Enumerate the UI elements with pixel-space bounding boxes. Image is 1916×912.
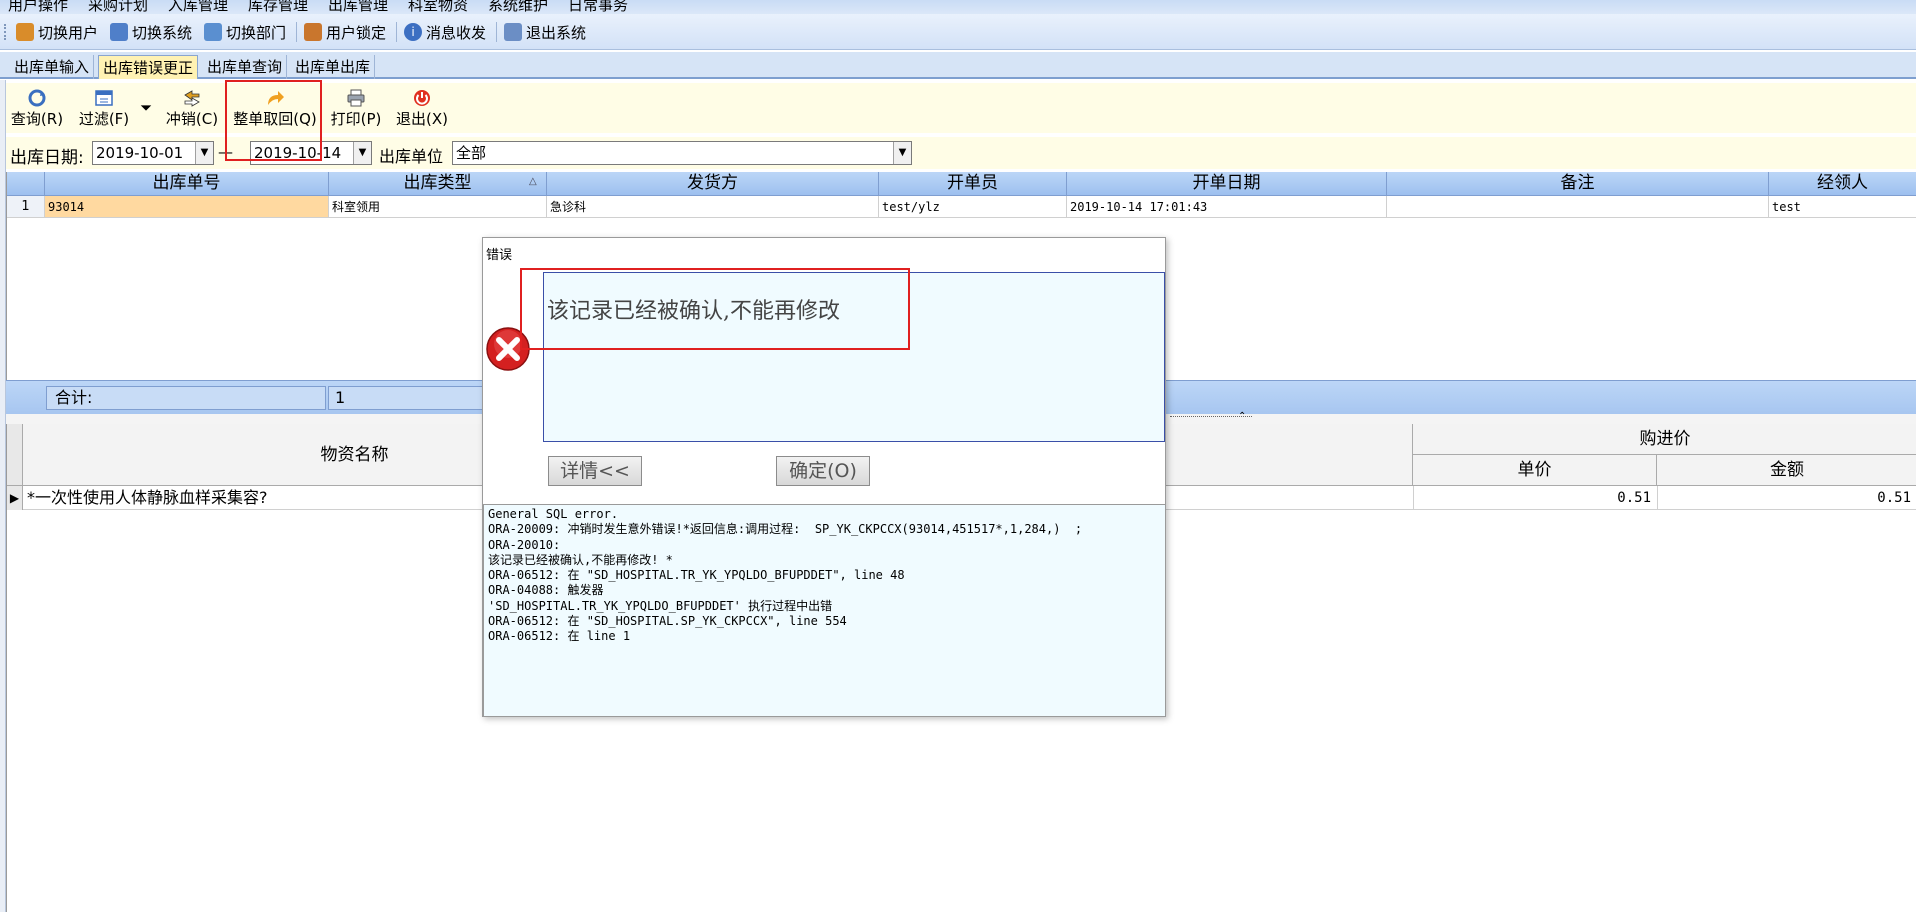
tab-outbound-input[interactable]: 出库单输入 (10, 55, 95, 79)
sort-ascending-icon: △ (529, 176, 537, 187)
reverse-icon (184, 90, 200, 107)
cell-clerk[interactable]: test/ylz (879, 196, 1067, 218)
ok-button[interactable]: 确定(O) (776, 456, 870, 486)
cell-unit-price[interactable]: 0.51 (1413, 486, 1657, 510)
grid-corner (7, 424, 23, 486)
user-lock-button[interactable]: 用户锁定 (304, 21, 386, 43)
column-header-unit-price[interactable]: 单价 (1413, 455, 1657, 486)
row-index: 1 (7, 196, 45, 218)
chevron-up-icon[interactable]: ⌃ (1238, 411, 1246, 422)
menu-user-ops[interactable]: 用户操作 (8, 0, 68, 14)
tab-outbound-query[interactable]: 出库单查询 (203, 55, 288, 79)
date-from-picker[interactable]: 2019-10-01 ▼ (92, 141, 214, 165)
column-header-date[interactable]: 开单日期 (1067, 172, 1387, 196)
toolbar-separator (496, 22, 497, 42)
exit-icon (504, 23, 522, 41)
highlight-error-message (520, 268, 910, 350)
switch-department-button[interactable]: 切换部门 (204, 21, 286, 43)
menu-daily[interactable]: 日常事务 (568, 0, 628, 14)
error-details-text: General SQL error. ORA-20009: 冲销时发生意外错误!… (483, 504, 1165, 716)
menu-inventory[interactable]: 库存管理 (248, 0, 308, 14)
info-icon: i (404, 23, 422, 41)
switch-user-button[interactable]: 切换用户 (16, 21, 98, 43)
reverse-button[interactable]: 冲销(C) (164, 83, 220, 133)
user-lock-icon (304, 23, 322, 41)
table-row[interactable]: 1 93014 科室领用 急诊科 test/ylz 2019-10-14 17:… (7, 196, 1916, 218)
window-edge (0, 80, 6, 912)
chevron-down-icon[interactable]: ▼ (195, 142, 213, 164)
menu-bar: 用户操作 采购计划 入库管理 库存管理 出库管理 科室物资 系统维护 日常事务 (0, 0, 1916, 14)
unit-label: 出库单位 (379, 147, 444, 166)
cell-amount[interactable]: 0.51 (1657, 486, 1916, 510)
tab-outbound-correction[interactable]: 出库错误更正 (98, 55, 199, 79)
print-button[interactable]: 打印(P) (328, 83, 384, 133)
column-header-type[interactable]: 出库类型 (329, 172, 547, 196)
highlight-recall-button (225, 80, 322, 161)
grid-corner (7, 172, 45, 196)
dialog-title: 错误 (486, 248, 513, 263)
toolbar-separator (296, 22, 297, 42)
cell-date[interactable]: 2019-10-14 17:01:43 (1067, 196, 1387, 218)
cell-no[interactable]: 93014 (45, 196, 329, 218)
tab-bar: 出库单输入 出库错误更正 出库单查询 出库单出库 (0, 52, 1916, 79)
calendar-icon (95, 90, 113, 106)
toolbar-grip (4, 24, 7, 40)
column-header-clerk[interactable]: 开单员 (879, 172, 1067, 196)
total-label: 合计: (46, 386, 326, 410)
cell-sender[interactable]: 急诊科 (547, 196, 879, 218)
row-pointer-icon: ▶ (7, 486, 23, 510)
cell-receiver[interactable]: test (1769, 196, 1916, 218)
switch-system-icon (110, 23, 128, 41)
dropdown-arrow-icon (140, 105, 152, 111)
chevron-down-icon[interactable]: ▼ (353, 142, 371, 164)
menu-inbound[interactable]: 入库管理 (168, 0, 228, 14)
refresh-icon (28, 89, 46, 107)
details-button[interactable]: 详情<< (548, 456, 642, 486)
switch-system-button[interactable]: 切换系统 (110, 21, 192, 43)
messages-button[interactable]: i 消息收发 (404, 21, 486, 43)
query-button[interactable]: 查询(R) (10, 83, 64, 133)
chevron-down-icon[interactable]: ▼ (893, 142, 911, 164)
date-label: 出库日期: (10, 148, 84, 168)
cell-type[interactable]: 科室领用 (329, 196, 547, 218)
exit-button[interactable]: 退出(X) (394, 83, 450, 133)
menu-outbound[interactable]: 出库管理 (328, 0, 388, 14)
filter-dropdown-button[interactable] (138, 83, 154, 133)
exit-system-button[interactable]: 退出系统 (504, 21, 586, 43)
users-icon (16, 23, 34, 41)
menu-dept-materials[interactable]: 科室物资 (408, 0, 468, 14)
printer-icon (347, 89, 365, 107)
cell-note[interactable] (1387, 196, 1769, 218)
unit-select[interactable]: 全部 ▼ (452, 141, 912, 165)
column-header-receiver[interactable]: 经领人 (1769, 172, 1916, 196)
tab-outbound-release[interactable]: 出库单出库 (291, 55, 376, 79)
column-group-purchase: 购进价 (1413, 424, 1916, 455)
column-header-note[interactable]: 备注 (1387, 172, 1769, 196)
column-header-no[interactable]: 出库单号 (45, 172, 329, 196)
menu-system[interactable]: 系统维护 (488, 0, 548, 14)
total-count: 1 (328, 386, 488, 410)
filter-button[interactable]: 过滤(F) (76, 83, 132, 133)
column-header-sender[interactable]: 发货方 (547, 172, 879, 196)
department-icon (204, 23, 222, 41)
column-header-amount[interactable]: 金额 (1657, 455, 1916, 486)
menu-purchase-plan[interactable]: 采购计划 (88, 0, 148, 14)
system-toolbar: 切换用户 切换系统 切换部门 用户锁定 i 消息收发 退出系统 (0, 14, 1916, 50)
toolbar-separator (396, 22, 397, 42)
power-icon (414, 90, 430, 106)
